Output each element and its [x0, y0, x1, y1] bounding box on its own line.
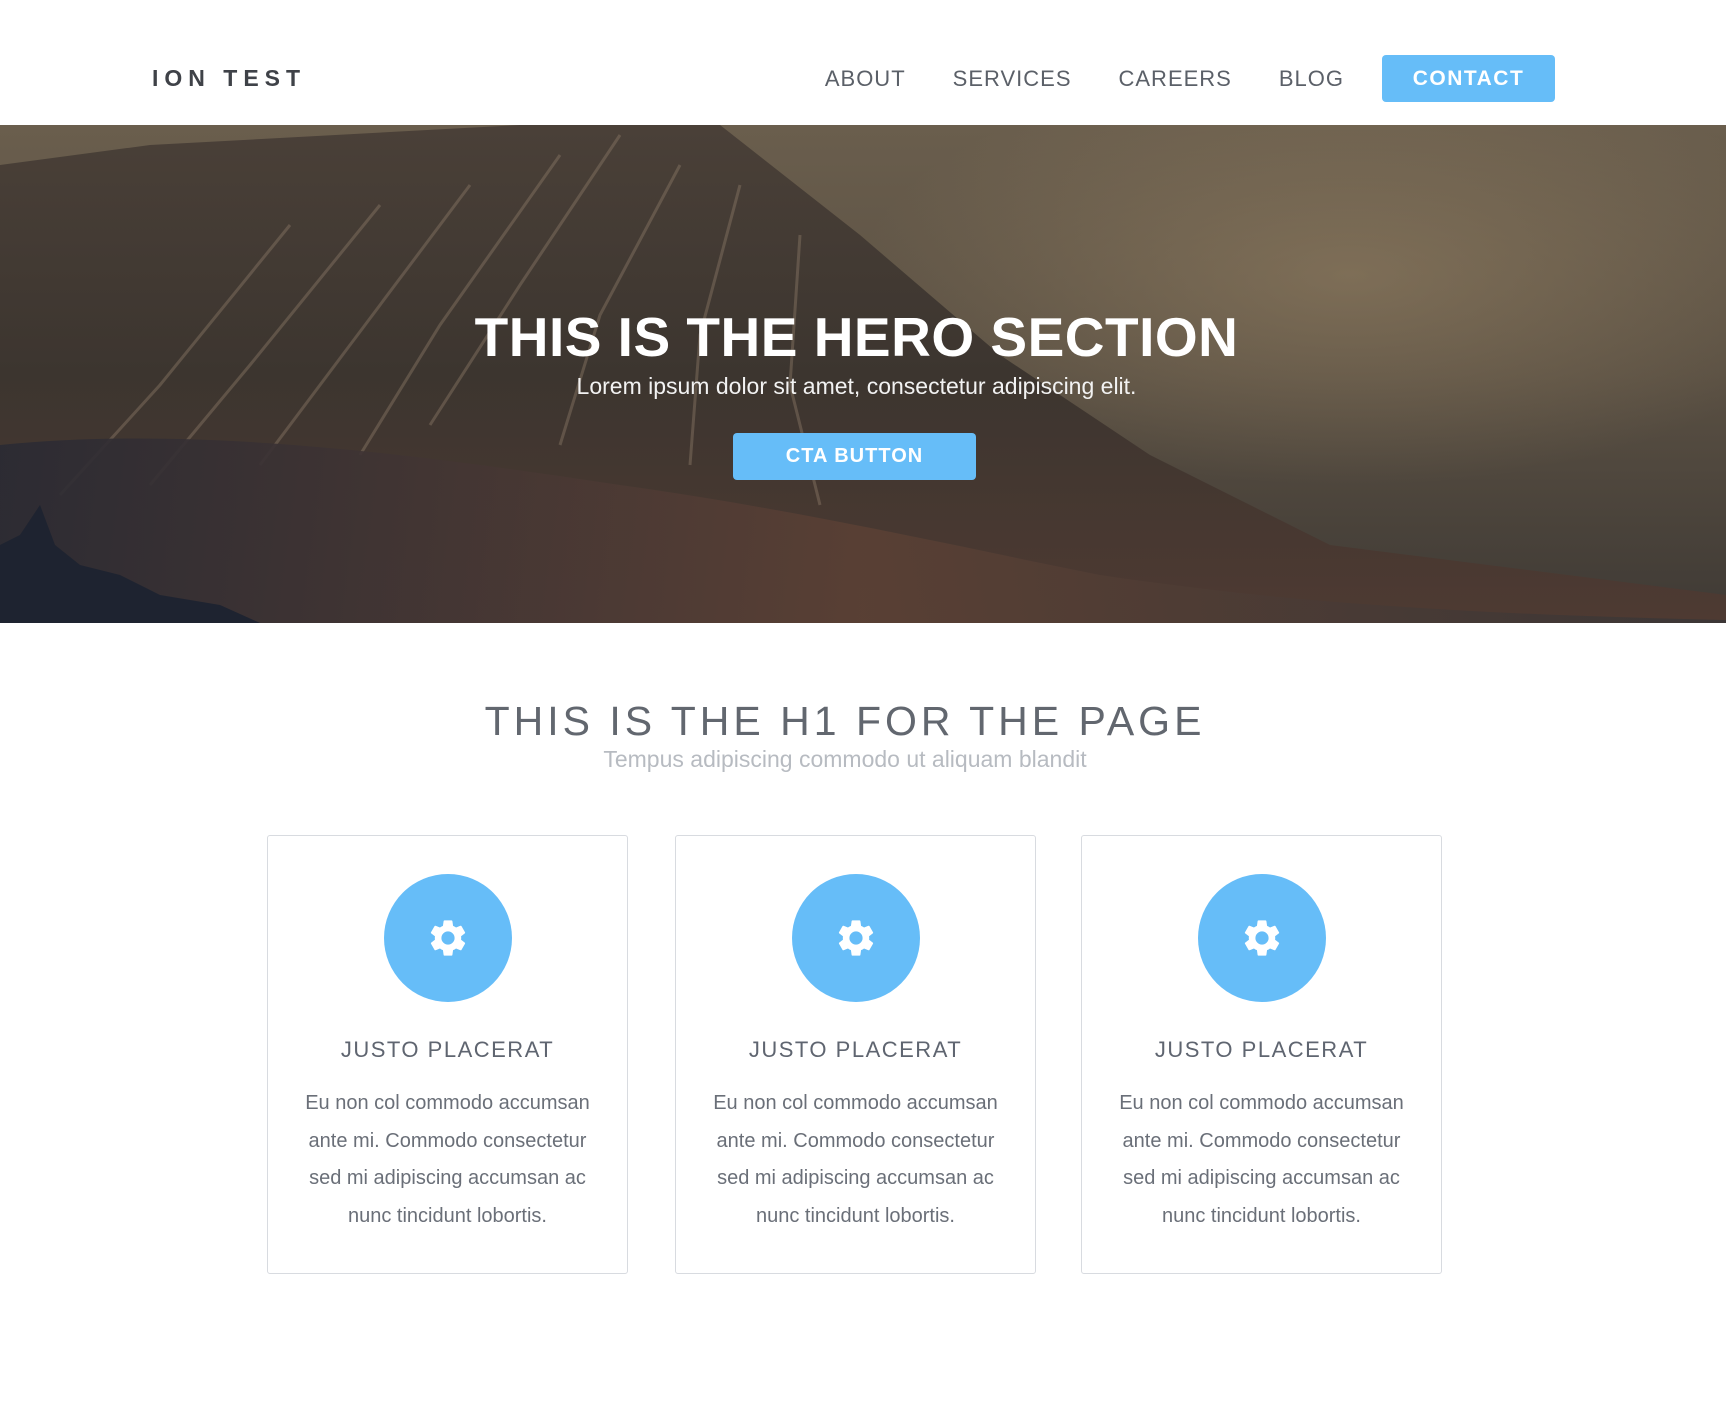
site-header: ION TEST ABOUT SERVICES CAREERS BLOG CON… — [0, 0, 1726, 125]
card-title: JUSTO PLACERAT — [748, 1037, 963, 1062]
site-logo[interactable]: ION TEST — [152, 64, 306, 92]
contact-button[interactable]: CONTACT — [1382, 55, 1555, 102]
gear-icon — [1244, 920, 1280, 956]
card-text: Eu non col commodo accumsan ante mi. Com… — [1119, 1092, 1404, 1227]
gear-icon — [838, 920, 874, 956]
hero-title: THIS IS THE HERO SECTION — [474, 306, 1239, 368]
feature-card: JUSTO PLACERAT Eu non col commodo accums… — [1081, 835, 1442, 1274]
feature-icon-circle — [1198, 874, 1326, 1002]
main-nav: ABOUT SERVICES CAREERS BLOG CONTACT — [825, 55, 1555, 102]
hero-section: THIS IS THE HERO SECTION Lorem ipsum dol… — [0, 125, 1726, 623]
page-title: THIS IS THE H1 FOR THE PAGE — [484, 698, 1206, 744]
cta-button[interactable]: CTA BUTTON — [733, 433, 976, 480]
feature-card: JUSTO PLACERAT Eu non col commodo accums… — [267, 835, 628, 1274]
page-subtitle: Tempus adipiscing commodo ut aliquam bla… — [603, 746, 1087, 772]
card-title: JUSTO PLACERAT — [340, 1037, 555, 1062]
card-title: JUSTO PLACERAT — [1154, 1037, 1369, 1062]
nav-link-blog[interactable]: BLOG — [1279, 55, 1344, 102]
nav-link-careers[interactable]: CAREERS — [1119, 55, 1232, 102]
feature-card: JUSTO PLACERAT Eu non col commodo accums… — [675, 835, 1036, 1274]
feature-icon-circle — [384, 874, 512, 1002]
nav-link-about[interactable]: ABOUT — [825, 55, 906, 102]
card-text: Eu non col commodo accumsan ante mi. Com… — [305, 1092, 590, 1227]
gear-icon — [430, 920, 466, 956]
hero-subtitle: Lorem ipsum dolor sit amet, consectetur … — [576, 373, 1137, 399]
feature-icon-circle — [792, 874, 920, 1002]
card-text: Eu non col commodo accumsan ante mi. Com… — [713, 1092, 998, 1227]
nav-link-services[interactable]: SERVICES — [953, 55, 1072, 102]
